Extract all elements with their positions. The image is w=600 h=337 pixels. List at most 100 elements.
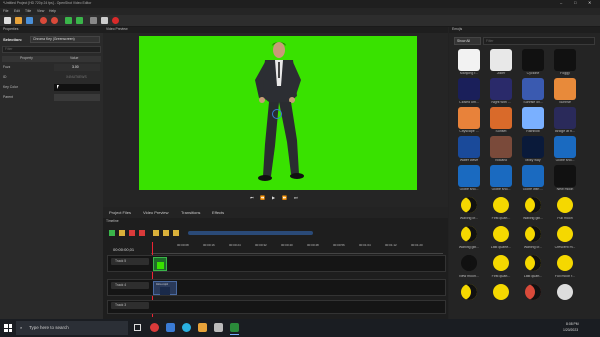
emoji-tile[interactable]	[458, 281, 480, 303]
maximize-button[interactable]: □	[574, 1, 576, 5]
emoji-tile[interactable]	[490, 194, 512, 216]
close-button[interactable]: ✕	[588, 1, 591, 5]
emoji-tile[interactable]	[458, 252, 480, 274]
rewind-icon[interactable]: ⏪	[260, 196, 265, 200]
file-explorer-icon[interactable]	[198, 323, 207, 332]
snap-icon[interactable]	[119, 230, 125, 236]
zoom-slider[interactable]	[188, 231, 313, 235]
fast-forward-icon[interactable]: ⏩	[282, 196, 287, 200]
emoji-tile[interactable]	[458, 107, 480, 129]
emoji-tile[interactable]	[522, 165, 544, 187]
emoji-tile[interactable]	[522, 107, 544, 129]
jump-start-icon[interactable]: ⏮	[250, 196, 254, 200]
menu-view[interactable]: View	[37, 9, 44, 13]
emoji-tile[interactable]	[490, 107, 512, 129]
brave-browser-icon[interactable]	[150, 323, 159, 332]
moon-icon	[557, 226, 573, 242]
emoji-tile[interactable]	[522, 194, 544, 216]
tab-effects[interactable]: Effects	[212, 211, 224, 215]
play-icon[interactable]: ▶	[272, 196, 275, 200]
import-files-icon[interactable]	[65, 17, 72, 24]
property-row[interactable]: Fuzz 3.00	[2, 64, 101, 72]
task-view-icon[interactable]	[134, 324, 141, 331]
profile-icon[interactable]	[90, 17, 97, 24]
menu-file[interactable]: File	[3, 9, 8, 13]
emoji-tile[interactable]	[490, 78, 512, 100]
emoji-tile[interactable]	[490, 223, 512, 245]
menu-help[interactable]: Help	[49, 9, 56, 13]
show-all-dropdown[interactable]: Show All	[454, 37, 481, 45]
emoji-tile[interactable]	[554, 78, 576, 100]
taskbar-search-box[interactable]: ⌕ Type here to search	[16, 321, 128, 335]
emoji-tile[interactable]	[554, 252, 576, 274]
emoji-tile[interactable]	[458, 136, 480, 158]
razor-icon[interactable]	[129, 230, 135, 236]
emoji-tile[interactable]	[490, 136, 512, 158]
tab-video-preview[interactable]: Video Preview	[143, 211, 169, 215]
edge-browser-icon[interactable]	[182, 323, 191, 332]
windows-start-icon[interactable]	[4, 324, 12, 332]
property-row[interactable]: ID X4NUT6EWS	[2, 74, 101, 82]
emoji-tile[interactable]	[522, 281, 544, 303]
emoji-tile[interactable]	[458, 165, 480, 187]
emoji-tile[interactable]	[458, 194, 480, 216]
emoji-tile[interactable]	[490, 165, 512, 187]
undo-icon[interactable]	[40, 17, 47, 24]
emoji-tile[interactable]	[458, 49, 480, 71]
save-project-icon[interactable]	[26, 17, 33, 24]
export-video-icon[interactable]	[112, 17, 119, 24]
emoji-tile[interactable]	[490, 49, 512, 71]
emoji-tile[interactable]	[458, 78, 480, 100]
emoji-tile[interactable]	[458, 223, 480, 245]
timeline-track[interactable]: Track 3	[107, 300, 446, 314]
emoji-tile[interactable]	[554, 136, 576, 158]
timeline-track[interactable]: Track 5	[107, 255, 446, 272]
emoji-tile[interactable]	[554, 165, 576, 187]
emoji-tile[interactable]	[522, 78, 544, 100]
menu-title[interactable]: Title	[25, 9, 31, 13]
prev-marker-icon[interactable]	[153, 230, 159, 236]
key-color-swatch[interactable]	[54, 84, 100, 91]
new-project-icon[interactable]	[4, 17, 11, 24]
emoji-tile[interactable]	[554, 107, 576, 129]
transform-handle[interactable]	[272, 109, 282, 119]
marker-icon[interactable]	[139, 230, 145, 236]
parent-dropdown[interactable]	[54, 94, 100, 101]
property-row[interactable]: Key Color	[2, 84, 101, 92]
selection-dropdown[interactable]: Chroma Key (Greenscreen)	[30, 36, 100, 43]
emoji-tile[interactable]	[554, 194, 576, 216]
emoji-tile[interactable]	[554, 281, 576, 303]
minimize-button[interactable]: –	[560, 1, 562, 5]
jump-end-icon[interactable]: ⏭	[294, 196, 298, 200]
emoji-tile[interactable]	[522, 252, 544, 274]
emoji-tile[interactable]	[522, 136, 544, 158]
properties-filter-input[interactable]: Filter	[2, 46, 101, 53]
open-project-icon[interactable]	[15, 17, 22, 24]
next-marker-icon[interactable]	[163, 230, 169, 236]
property-row[interactable]: Parent	[2, 94, 101, 102]
files-icon[interactable]	[166, 323, 175, 332]
menu-edit[interactable]: Edit	[14, 9, 20, 13]
clip[interactable]	[153, 257, 167, 271]
greenscreen-video-frame[interactable]	[139, 36, 417, 190]
emoji-tile[interactable]	[490, 252, 512, 274]
store-icon[interactable]	[214, 323, 223, 332]
center-playhead-icon[interactable]	[173, 230, 179, 236]
emoji-tile[interactable]	[522, 49, 544, 71]
clip[interactable]: Intro.mp4	[153, 281, 177, 295]
tab-transitions[interactable]: Transitions	[181, 211, 200, 215]
emoji-tile[interactable]	[490, 281, 512, 303]
emoji-tile[interactable]	[554, 223, 576, 245]
emoji-filter-input[interactable]: Filter	[483, 37, 595, 45]
fullscreen-icon[interactable]	[101, 17, 108, 24]
emoji-tile[interactable]	[522, 223, 544, 245]
fuzz-value-field[interactable]: 3.00	[54, 64, 100, 71]
add-track-icon[interactable]	[76, 17, 83, 24]
openshot-taskbar-icon[interactable]	[230, 323, 239, 332]
time-ruler[interactable]: 00:00:08 00:00:16 00:00:24 00:00:32 00:0…	[151, 242, 443, 254]
tab-project-files[interactable]: Project Files	[109, 211, 131, 215]
timeline-track[interactable]: Track 4 Intro.mp4	[107, 279, 446, 296]
redo-icon[interactable]	[51, 17, 58, 24]
add-track-icon[interactable]	[109, 230, 115, 236]
emoji-tile[interactable]	[554, 49, 576, 71]
